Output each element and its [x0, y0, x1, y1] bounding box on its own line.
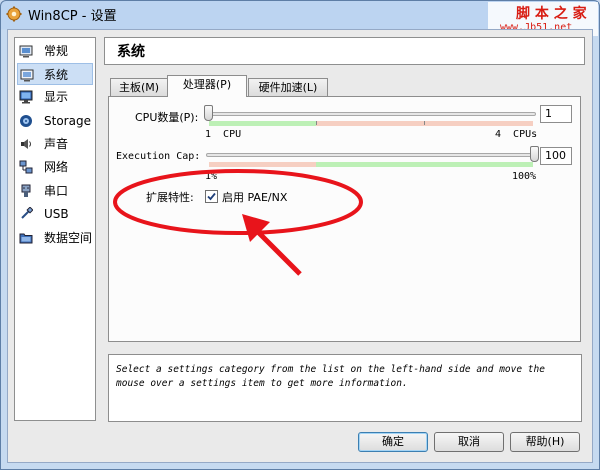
cap-max-label: 100%	[512, 171, 537, 182]
annotation-arrow	[242, 214, 302, 276]
tab-acceleration[interactable]: 硬件加速(L)	[248, 78, 328, 96]
ok-button[interactable]: 确定	[358, 432, 428, 452]
sidebar-item-label: 声音	[44, 137, 69, 151]
sidebar-item-usb[interactable]: USB	[17, 203, 93, 225]
category-list: 常规 系统 显示 Storage 声音 网络 串口 USB 数据空间	[14, 37, 96, 421]
usb-icon	[21, 207, 33, 219]
shared-folder-icon	[19, 233, 33, 244]
execution-cap-slider-handle[interactable]	[530, 146, 539, 162]
cpu-count-spinbox[interactable]: 1	[540, 105, 572, 123]
cpu-safe-zone	[209, 121, 316, 126]
sidebar-item-label: 常规	[44, 44, 69, 58]
cpu-count-slider-handle[interactable]	[204, 105, 213, 121]
sidebar-item-storage[interactable]: Storage	[17, 110, 93, 132]
page-title: 系统	[117, 44, 145, 60]
cpu-count-slider-track[interactable]	[206, 112, 536, 116]
sidebar-item-serial-ports[interactable]: 串口	[17, 180, 93, 202]
serial-port-icon	[21, 184, 31, 197]
network-icon	[19, 160, 33, 174]
sidebar-item-label: 数据空间	[44, 231, 93, 245]
tab-motherboard[interactable]: 主板(M)	[110, 78, 168, 96]
system-icon	[20, 69, 34, 82]
help-button[interactable]: 帮助(H)	[510, 432, 580, 452]
execution-cap-slider-track[interactable]	[206, 153, 536, 157]
window-title: Win8CP - 设置	[28, 9, 117, 24]
cpu-min-label: 1 CPU	[205, 129, 242, 140]
sidebar-item-shared-folders[interactable]: 数据空间	[17, 227, 93, 249]
sidebar-item-display[interactable]: 显示	[17, 86, 93, 108]
sidebar-item-audio[interactable]: 声音	[17, 133, 93, 155]
sidebar-item-label: 串口	[44, 184, 69, 198]
storage-icon	[20, 115, 32, 127]
sidebar-item-system[interactable]: 系统	[17, 63, 93, 85]
page-header	[104, 37, 585, 65]
info-text: Select a settings category from the list…	[116, 364, 545, 389]
audio-icon	[21, 139, 31, 149]
tab-processor[interactable]: 处理器(P)	[167, 75, 247, 97]
sidebar-item-label: Storage	[44, 114, 91, 128]
gear-icon	[6, 6, 22, 22]
display-icon	[19, 90, 33, 104]
sidebar-item-network[interactable]: 网络	[17, 156, 93, 178]
sidebar-item-label: 系统	[44, 68, 69, 82]
sidebar-item-general[interactable]: 常规	[17, 40, 93, 62]
cpu-count-label: CPU数量(P):	[135, 111, 199, 124]
cap-warning-zone	[209, 162, 316, 167]
cpu-tick	[424, 121, 425, 125]
cap-safe-zone	[316, 162, 533, 167]
sidebar-item-label: 显示	[44, 90, 69, 104]
execution-cap-spinbox[interactable]: 100	[540, 147, 572, 165]
cancel-button[interactable]: 取消	[434, 432, 504, 452]
cpu-tick	[316, 121, 317, 125]
sidebar-item-label: USB	[44, 207, 69, 221]
sidebar-item-label: 网络	[44, 160, 69, 174]
watermark-line1: 脚 本 之 家	[516, 6, 587, 22]
execution-cap-label: Execution Cap:	[116, 151, 201, 162]
general-icon	[19, 45, 33, 58]
cpu-max-label: 4 CPUs	[495, 129, 538, 140]
